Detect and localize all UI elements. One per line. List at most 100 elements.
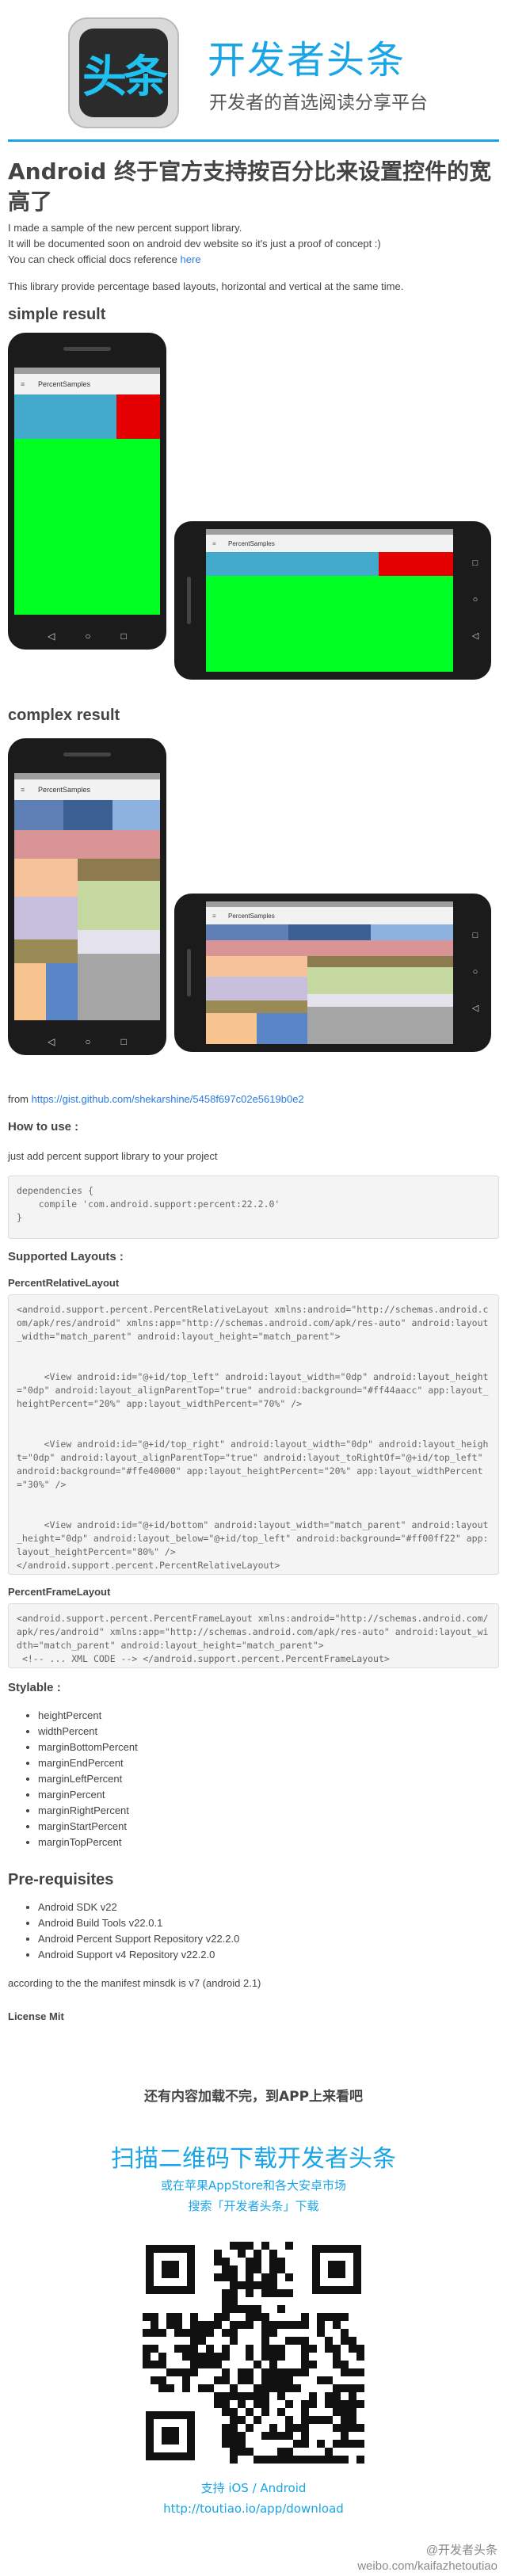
qr-module (269, 2250, 277, 2258)
qr-module (143, 2361, 151, 2368)
qr-module (277, 2321, 285, 2329)
qr-module (174, 2313, 182, 2321)
qr-module (356, 2345, 364, 2353)
list-item: marginLeftPercent (38, 1771, 138, 1787)
qr-module (143, 2313, 151, 2321)
qr-module (277, 2448, 285, 2456)
qr-module (349, 2424, 356, 2432)
complex-block (307, 967, 453, 994)
qr-module (230, 2448, 238, 2456)
qr-module (230, 2424, 238, 2432)
qr-module (222, 2329, 230, 2337)
intro-line-1: I made a sample of the new percent suppo… (8, 222, 242, 234)
gist-link[interactable]: https://gist.github.com/shekarshine/5458… (32, 1093, 304, 1105)
qr-module (261, 2242, 269, 2250)
qr-module (222, 2265, 230, 2273)
qr-module (277, 2289, 285, 2297)
qr-module (246, 2424, 254, 2432)
qr-module (143, 2345, 151, 2353)
qr-module (317, 2321, 325, 2329)
docs-reference-link[interactable]: here (181, 253, 201, 265)
dependencies-code-block: dependencies { compile 'com.android.supp… (8, 1176, 499, 1239)
complex-block (307, 956, 453, 967)
header-divider (8, 139, 499, 142)
qr-module (198, 2321, 206, 2329)
qr-module (333, 2392, 341, 2400)
complex-block (78, 881, 160, 930)
qr-module (261, 2329, 269, 2337)
complex-block (78, 859, 160, 881)
qr-module (174, 2329, 182, 2337)
nav-buttons: ◁○□ (48, 1036, 157, 1047)
app-logo[interactable]: 头条 (68, 17, 179, 128)
qr-module (269, 2289, 277, 2297)
speaker (187, 949, 191, 996)
qr-module (222, 2353, 230, 2361)
qr-module (261, 2289, 269, 2297)
qr-module (246, 2273, 254, 2281)
site-header: 头条 开发者头条 开发者的首选阅读分享平台 (0, 0, 507, 141)
qr-module (349, 2400, 356, 2408)
qr-module (222, 2305, 230, 2313)
qr-finder (146, 2411, 195, 2460)
qr-module (143, 2329, 151, 2337)
complex-block (78, 954, 160, 1020)
complex-block (206, 1000, 307, 1013)
qr-module (230, 2416, 238, 2424)
qr-module (230, 2329, 238, 2337)
qr-module (269, 2368, 277, 2376)
qr-module (301, 2337, 309, 2345)
list-item: marginPercent (38, 1787, 138, 1803)
qr-module (325, 2416, 333, 2424)
qr-module (198, 2361, 206, 2368)
qr-module (182, 2353, 190, 2361)
qr-module (341, 2361, 349, 2368)
qr-module (230, 2297, 238, 2305)
qr-module (301, 2321, 309, 2329)
qr-module (222, 2345, 230, 2353)
qr-module (254, 2361, 261, 2368)
description: This library provide percentage based la… (8, 280, 404, 292)
qr-module (158, 2361, 166, 2368)
qr-module (230, 2384, 238, 2392)
qr-module (182, 2329, 190, 2337)
qr-module (246, 2368, 254, 2376)
qr-module (238, 2432, 246, 2440)
complex-block (14, 830, 160, 859)
qr-code[interactable] (143, 2242, 364, 2464)
logo-inner: 头条 (79, 29, 168, 117)
list-item: widthPercent (38, 1724, 138, 1740)
qr-module (325, 2392, 333, 2400)
download-url[interactable]: http://toutiao.io/app/download (0, 2502, 507, 2516)
complex-block (14, 897, 78, 939)
qr-module (301, 2432, 309, 2440)
qr-module (230, 2305, 238, 2313)
app-bar-title: PercentSamples (228, 540, 275, 547)
qr-module (349, 2408, 356, 2416)
list-item: marginEndPercent (38, 1755, 138, 1771)
top-right-view (379, 552, 453, 576)
top-right-view (116, 394, 160, 439)
qr-module (238, 2440, 246, 2448)
app-bar: ≡ PercentSamples (206, 907, 453, 924)
qr-module (246, 2265, 254, 2273)
qr-module (166, 2313, 174, 2321)
qr-module (325, 2337, 333, 2345)
complex-block (288, 924, 371, 940)
qr-module (285, 2432, 293, 2440)
qr-module (222, 2440, 230, 2448)
qr-module (309, 2456, 317, 2464)
qr-module (269, 2376, 277, 2384)
qr-module (166, 2321, 174, 2329)
qr-module (190, 2353, 198, 2361)
qr-module (222, 2432, 230, 2440)
qr-module (301, 2361, 309, 2368)
qr-module (293, 2456, 301, 2464)
qr-module (333, 2345, 341, 2353)
qr-module (261, 2408, 269, 2416)
qr-module (222, 2273, 230, 2281)
qr-module (261, 2392, 269, 2400)
qr-module (269, 2384, 277, 2392)
app-bar: ≡ PercentSamples (14, 374, 160, 394)
qr-module (277, 2456, 285, 2464)
